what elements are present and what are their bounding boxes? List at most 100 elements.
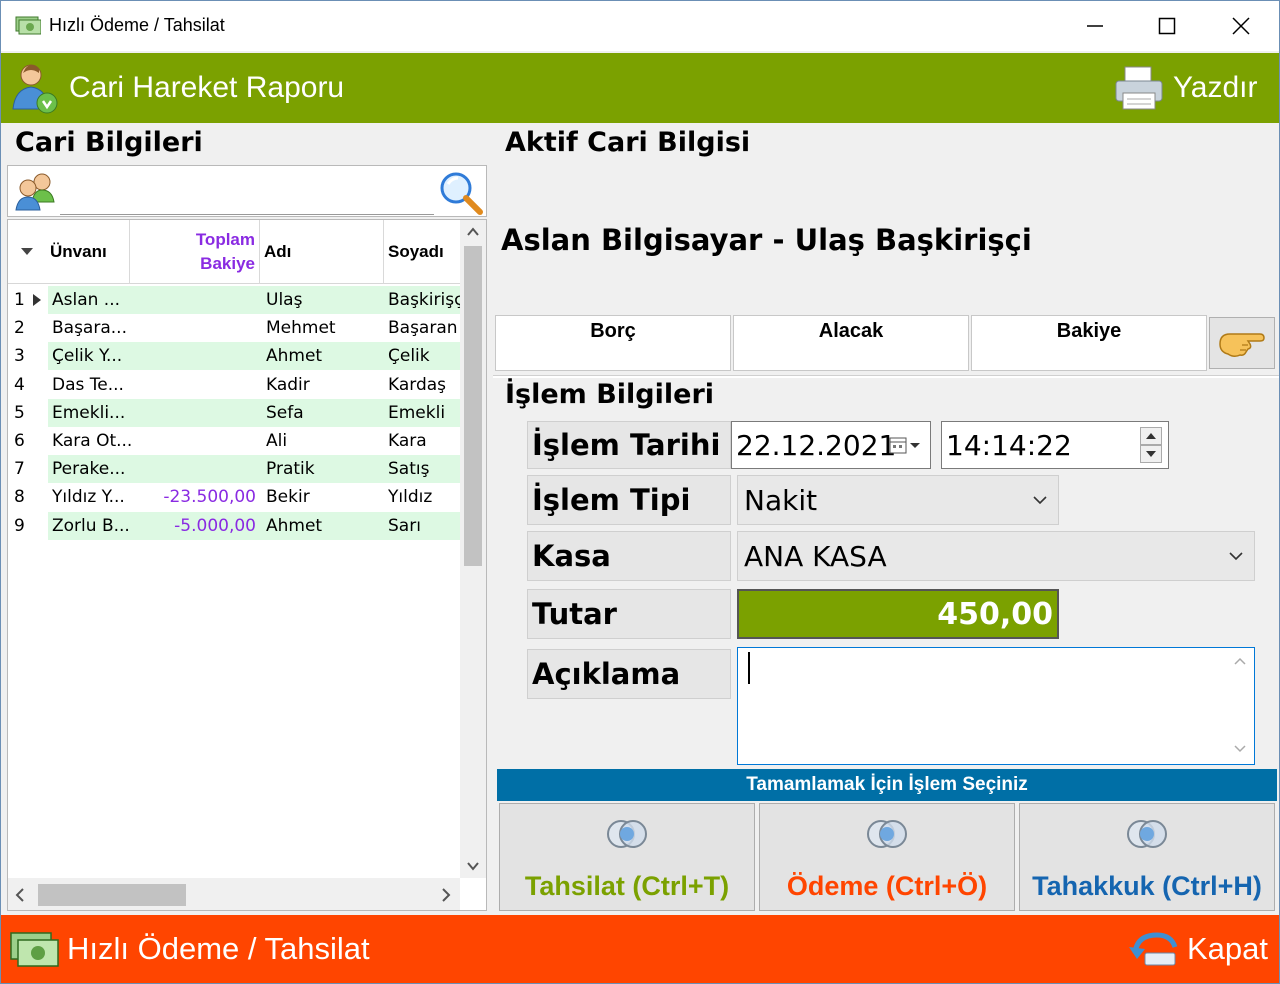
col-soyadi[interactable]: Soyadı bbox=[384, 220, 460, 284]
table-row[interactable]: 8 Yıldız Y... -23.500,00 Bekir Yıldız bbox=[8, 483, 460, 511]
select-action-banner: Tamamlamak İçin İşlem Seçiniz bbox=[497, 769, 1277, 801]
cell-soyadi: Emekli bbox=[388, 402, 446, 423]
table-row[interactable]: 9 Zorlu B... -5.000,00 Ahmet Sarı bbox=[8, 511, 460, 540]
select-cari-button[interactable] bbox=[1209, 317, 1275, 369]
user-report-icon[interactable] bbox=[9, 61, 61, 115]
users-icon bbox=[15, 173, 55, 211]
close-button[interactable] bbox=[1205, 1, 1277, 51]
calendar-dropdown-icon[interactable] bbox=[888, 436, 924, 456]
active-cari-panel: Aktif Cari Bilgisi Aslan Bilgisayar - Ul… bbox=[493, 127, 1279, 911]
cari-panel: Cari Bilgileri Ünvanı Toplam Bakiye Adı … bbox=[5, 127, 489, 911]
horizontal-scrollbar[interactable] bbox=[8, 878, 460, 910]
vertical-scroll-thumb[interactable] bbox=[464, 246, 482, 566]
tahsilat-button[interactable]: Tahsilat (Ctrl+T) bbox=[499, 803, 755, 911]
cell-soyadi: Kara bbox=[388, 430, 427, 451]
table-row[interactable]: 4 Das Te... Kadir Kardaş bbox=[8, 371, 460, 399]
printer-icon[interactable] bbox=[1113, 63, 1165, 113]
sort-indicator[interactable] bbox=[8, 220, 46, 284]
tutar-label: Tutar bbox=[527, 589, 731, 639]
cell-adi: Sefa bbox=[266, 402, 304, 423]
cell-bakiye bbox=[130, 399, 256, 427]
aciklama-textarea[interactable] bbox=[737, 647, 1255, 765]
col-adi[interactable]: Adı bbox=[260, 220, 384, 284]
report-title: Cari Hareket Raporu bbox=[69, 71, 345, 104]
cell-unvan: Emekli... bbox=[52, 402, 126, 423]
active-cari-title: Aktif Cari Bilgisi bbox=[505, 127, 751, 158]
cell-soyadi: Kardaş bbox=[388, 374, 447, 395]
scroll-left-icon[interactable] bbox=[8, 878, 34, 910]
table-row[interactable]: 1 Aslan ... Ulaş Başkirişçi bbox=[8, 286, 460, 314]
text-cursor bbox=[748, 652, 750, 684]
footer-title: Hızlı Ödeme / Tahsilat bbox=[67, 931, 370, 966]
cell-soyadi: Başaran bbox=[388, 318, 458, 339]
cell-adi: Ali bbox=[266, 430, 288, 451]
table-row[interactable]: 5 Emekli... Sefa Emekli bbox=[8, 398, 460, 427]
row-number: 5 bbox=[14, 402, 25, 423]
close-app-button[interactable]: Kapat bbox=[1187, 931, 1268, 967]
row-number: 7 bbox=[14, 459, 25, 480]
scroll-up-icon[interactable] bbox=[460, 220, 486, 244]
current-row-icon bbox=[33, 294, 41, 306]
cell-unvan: Çelik Y... bbox=[52, 346, 123, 367]
row-number: 8 bbox=[14, 487, 25, 508]
aciklama-label: Açıklama bbox=[527, 649, 731, 699]
col-unvan[interactable]: Ünvanı bbox=[46, 220, 130, 284]
row-number: 4 bbox=[14, 374, 25, 395]
search-input[interactable] bbox=[60, 214, 434, 215]
date-value: 22.12.2021 bbox=[736, 428, 897, 462]
table-row[interactable]: 2 Başara... Mehmet Başaran bbox=[8, 314, 460, 342]
active-cari-name: Aslan Bilgisayar - Ulaş Başkirişçi bbox=[501, 223, 1032, 257]
cell-bakiye bbox=[130, 314, 256, 342]
exit-icon[interactable] bbox=[1127, 927, 1179, 971]
borc-cell: Borç bbox=[495, 315, 731, 371]
col-toplam-bakiye[interactable]: Toplam Bakiye bbox=[130, 220, 260, 284]
tutar-input[interactable]: 450,00 bbox=[737, 589, 1059, 639]
rings-icon bbox=[607, 820, 647, 848]
table-row[interactable]: 3 Çelik Y... Ahmet Çelik bbox=[8, 342, 460, 371]
totals-row: Borç Alacak Bakiye bbox=[495, 315, 1207, 371]
kasa-label: Kasa bbox=[527, 531, 731, 581]
textarea-scrollbar[interactable] bbox=[1230, 650, 1250, 760]
time-spinner-icon[interactable] bbox=[1140, 427, 1162, 463]
cell-soyadi: Satış bbox=[388, 459, 430, 480]
search-icon[interactable] bbox=[434, 168, 486, 216]
horizontal-scroll-thumb[interactable] bbox=[38, 884, 186, 906]
scroll-right-icon[interactable] bbox=[432, 878, 458, 910]
sort-down-icon bbox=[21, 248, 33, 255]
cell-unvan: Kara Ot... bbox=[52, 430, 132, 451]
grid-header: Ünvanı Toplam Bakiye Adı Soyadı bbox=[8, 220, 460, 284]
scroll-down-icon[interactable] bbox=[460, 854, 486, 878]
footer-bar: Hızlı Ödeme / Tahsilat Kapat bbox=[1, 915, 1279, 983]
cell-bakiye: -23.500,00 bbox=[163, 487, 256, 508]
table-row[interactable]: 7 Perake... Pratik Satış bbox=[8, 455, 460, 484]
odeme-button[interactable]: Ödeme (Ctrl+Ö) bbox=[759, 803, 1015, 911]
table-row[interactable]: 6 Kara Ot... Ali Kara bbox=[8, 427, 460, 455]
cari-section-title: Cari Bilgileri bbox=[15, 127, 203, 158]
cell-adi: Pratik bbox=[266, 459, 315, 480]
maximize-button[interactable] bbox=[1131, 1, 1203, 51]
tip-value: Nakit bbox=[744, 483, 818, 517]
cari-grid[interactable]: Ünvanı Toplam Bakiye Adı Soyadı 1 Aslan .… bbox=[7, 219, 487, 911]
cell-bakiye: -5.000,00 bbox=[174, 515, 256, 536]
maximize-icon bbox=[1158, 17, 1176, 35]
rings-icon bbox=[867, 820, 907, 848]
cell-bakiye bbox=[130, 371, 256, 399]
tahakkuk-button[interactable]: Tahakkuk (Ctrl+H) bbox=[1019, 803, 1275, 911]
cell-bakiye bbox=[130, 427, 256, 455]
report-header: Cari Hareket Raporu Yazdır bbox=[1, 53, 1279, 123]
minimize-button[interactable] bbox=[1059, 1, 1131, 51]
islem-tipi-select[interactable]: Nakit bbox=[737, 475, 1059, 525]
cell-adi: Ahmet bbox=[266, 346, 323, 367]
tip-label: İşlem Tipi bbox=[527, 475, 731, 525]
vertical-scrollbar[interactable] bbox=[460, 220, 486, 878]
time-picker[interactable]: 14:14:22 bbox=[941, 421, 1169, 469]
kasa-select[interactable]: ANA KASA bbox=[737, 531, 1255, 581]
cari-search[interactable] bbox=[7, 165, 487, 217]
chevron-down-icon bbox=[1033, 496, 1047, 505]
cell-unvan: Das Te... bbox=[52, 374, 124, 395]
date-picker[interactable]: 22.12.2021 bbox=[731, 421, 931, 469]
cell-adi: Kadir bbox=[266, 374, 310, 395]
tutar-value: 450,00 bbox=[937, 596, 1053, 632]
print-button[interactable]: Yazdır bbox=[1173, 71, 1257, 105]
cell-adi: Bekir bbox=[266, 487, 310, 508]
